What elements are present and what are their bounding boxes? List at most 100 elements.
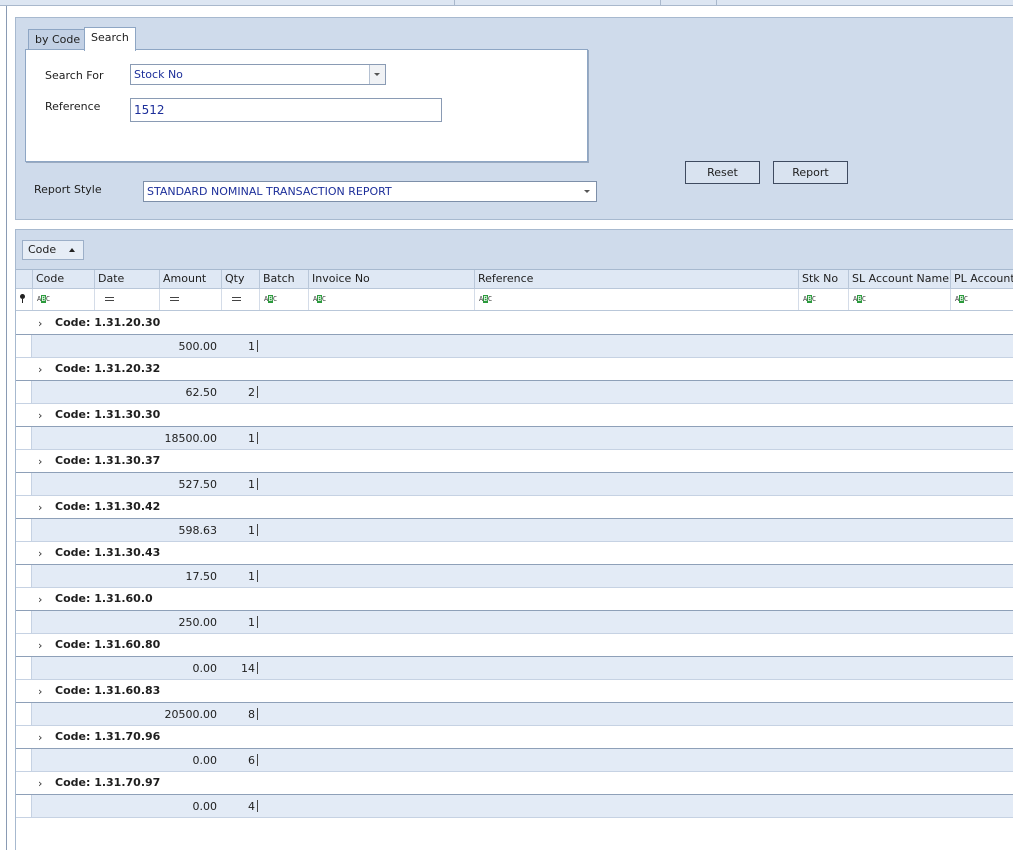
equals-filter-icon	[105, 297, 114, 301]
column-header-pl-account-name[interactable]: PL Account N	[950, 270, 1013, 289]
reset-button[interactable]: Reset	[685, 161, 760, 184]
pin-icon	[20, 294, 25, 303]
qty-cell: 1	[248, 432, 255, 445]
chevron-right-icon[interactable]: ›	[38, 409, 42, 422]
reference-value: 1512	[134, 103, 165, 117]
amount-cell: 500.00	[178, 340, 218, 353]
column-header-sl-account-name[interactable]: SL Account Name	[848, 270, 950, 289]
filter-cell-reference[interactable]: ABC	[474, 289, 798, 310]
amount-cell: 0.00	[192, 800, 218, 813]
amount-cell: 62.50	[185, 386, 218, 399]
search-for-combo[interactable]: Stock No	[130, 64, 386, 85]
group-row[interactable]: › Code: 1.31.30.37	[16, 450, 1013, 473]
amount-cell: 0.00	[192, 754, 218, 767]
filter-cell-pl-account-name[interactable]: ABC	[950, 289, 1013, 310]
text-cursor	[257, 570, 258, 582]
chevron-right-icon[interactable]: ›	[38, 731, 42, 744]
report-style-combo[interactable]: STANDARD NOMINAL TRANSACTION REPORT	[143, 181, 597, 202]
text-cursor	[257, 616, 258, 628]
column-header-label: PL Account N	[954, 272, 1013, 285]
group-by-code-chip[interactable]: Code	[22, 240, 84, 260]
group-row-label: Code: 1.31.60.80	[55, 638, 161, 651]
filter-cell-batch[interactable]: ABC	[259, 289, 308, 310]
row-indicator	[16, 381, 32, 403]
column-header-code[interactable]: Code	[32, 270, 94, 289]
group-row[interactable]: › Code: 1.31.30.42	[16, 496, 1013, 519]
window-top-strip	[0, 0, 1013, 6]
row-indicator	[16, 657, 32, 679]
qty-cell: 4	[248, 800, 255, 813]
column-header-amount[interactable]: Amount	[159, 270, 221, 289]
group-row-label: Code: 1.31.30.30	[55, 408, 161, 421]
chevron-right-icon[interactable]: ›	[38, 501, 42, 514]
text-cursor	[257, 524, 258, 536]
amount-cell: 598.63	[178, 524, 218, 537]
qty-cell: 2	[248, 386, 255, 399]
report-button[interactable]: Report	[773, 161, 848, 184]
report-style-dropdown-button[interactable]	[580, 182, 596, 201]
column-header-qty[interactable]: Qty	[221, 270, 259, 289]
group-row[interactable]: › Code: 1.31.30.43	[16, 542, 1013, 565]
chevron-right-icon[interactable]: ›	[38, 593, 42, 606]
filter-cell-invoice-no[interactable]: ABC	[308, 289, 474, 310]
table-row[interactable]: 0.00 4	[16, 795, 1013, 818]
group-row[interactable]: › Code: 1.31.60.0	[16, 588, 1013, 611]
text-cursor	[257, 432, 258, 444]
search-for-value: Stock No	[134, 68, 183, 81]
tab-search[interactable]: Search	[84, 27, 136, 51]
table-row[interactable]: 18500.00 1	[16, 427, 1013, 450]
abc-filter-icon: ABC	[853, 295, 866, 303]
chevron-right-icon[interactable]: ›	[38, 547, 42, 560]
top-strip-divider	[660, 0, 661, 5]
tab-by-code[interactable]: by Code	[28, 29, 88, 51]
qty-cell: 14	[241, 662, 255, 675]
amount-cell: 250.00	[178, 616, 218, 629]
group-row[interactable]: › Code: 1.31.20.32	[16, 358, 1013, 381]
column-header-stk-no[interactable]: Stk No	[798, 270, 848, 289]
search-panel: by Code Search Search For Stock No Refer…	[15, 17, 1013, 220]
search-for-dropdown-button[interactable]	[369, 65, 385, 84]
qty-cell: 1	[248, 524, 255, 537]
group-row[interactable]: › Code: 1.31.60.80	[16, 634, 1013, 657]
filter-cell-code[interactable]: ABC	[32, 289, 94, 310]
column-header-invoice-no[interactable]: Invoice No	[308, 270, 474, 289]
table-row[interactable]: 598.63 1	[16, 519, 1013, 542]
chevron-right-icon[interactable]: ›	[38, 455, 42, 468]
table-row[interactable]: 527.50 1	[16, 473, 1013, 496]
table-row[interactable]: 62.50 2	[16, 381, 1013, 404]
table-row[interactable]: 0.00 6	[16, 749, 1013, 772]
column-header-date[interactable]: Date	[94, 270, 159, 289]
qty-cell: 1	[248, 340, 255, 353]
filter-row-indicator	[16, 289, 32, 310]
results-grid: Code Code Date Amount Qty Batch Invoice …	[15, 229, 1013, 850]
table-row[interactable]: 500.00 1	[16, 335, 1013, 358]
group-row[interactable]: › Code: 1.31.20.30	[16, 312, 1013, 335]
filter-cell-stk-no[interactable]: ABC	[798, 289, 848, 310]
group-by-label: Code	[28, 243, 57, 256]
group-row[interactable]: › Code: 1.31.30.30	[16, 404, 1013, 427]
row-indicator	[16, 473, 32, 495]
sort-ascending-icon	[69, 248, 75, 252]
table-row[interactable]: 250.00 1	[16, 611, 1013, 634]
group-row[interactable]: › Code: 1.31.70.97	[16, 772, 1013, 795]
filter-cell-qty[interactable]	[221, 289, 259, 310]
column-header-batch[interactable]: Batch	[259, 270, 308, 289]
reference-input[interactable]: 1512	[130, 98, 442, 122]
chevron-right-icon[interactable]: ›	[38, 685, 42, 698]
chevron-right-icon[interactable]: ›	[38, 363, 42, 376]
chevron-right-icon[interactable]: ›	[38, 777, 42, 790]
filter-cell-amount[interactable]	[159, 289, 221, 310]
amount-cell: 20500.00	[164, 708, 218, 721]
table-row[interactable]: 0.00 14	[16, 657, 1013, 680]
table-row[interactable]: 20500.00 8	[16, 703, 1013, 726]
chevron-right-icon[interactable]: ›	[38, 317, 42, 330]
group-row[interactable]: › Code: 1.31.60.83	[16, 680, 1013, 703]
filter-cell-date[interactable]	[94, 289, 159, 310]
chevron-right-icon[interactable]: ›	[38, 639, 42, 652]
filter-cell-sl-account-name[interactable]: ABC	[848, 289, 950, 310]
text-cursor	[257, 754, 258, 766]
column-header-reference[interactable]: Reference	[474, 270, 798, 289]
group-row[interactable]: › Code: 1.31.70.96	[16, 726, 1013, 749]
table-row[interactable]: 17.50 1	[16, 565, 1013, 588]
report-style-value: STANDARD NOMINAL TRANSACTION REPORT	[147, 185, 392, 198]
